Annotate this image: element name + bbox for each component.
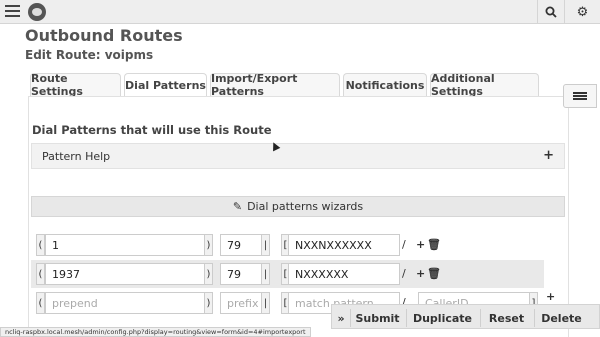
prefix-separator: | [261, 292, 270, 314]
prepend-open-bracket: ( [36, 263, 45, 285]
tab-route-settings[interactable]: Route Settings [30, 72, 121, 98]
prepend-open-bracket: ( [36, 234, 45, 256]
dial-patterns-wizards-button[interactable]: ✎ Dial patterns wizards [31, 196, 565, 217]
tab-import-export[interactable]: Import/Export Patterns [210, 72, 340, 98]
prepend-close-bracket: ) [204, 234, 213, 256]
prefix-separator: | [261, 263, 270, 285]
prefix-input[interactable]: prefix [220, 292, 262, 314]
action-bar: » Submit Duplicate Reset Delete [331, 304, 600, 329]
menu-icon[interactable] [5, 5, 20, 19]
prepend-close-bracket: ) [204, 292, 213, 314]
top-bar: ⚙ [0, 0, 600, 24]
list-icon [573, 91, 587, 101]
delete-button[interactable]: Delete [534, 309, 588, 327]
prepend-open-bracket: ( [36, 292, 45, 314]
submit-button[interactable]: Submit [350, 309, 404, 327]
reset-button[interactable]: Reset [480, 309, 532, 327]
tab-dial-patterns[interactable]: Dial Patterns [124, 73, 207, 97]
add-row-icon[interactable]: + [416, 238, 425, 251]
tab-additional-settings[interactable]: Additional Settings [430, 72, 539, 98]
prefix-input[interactable]: 79 [220, 234, 262, 256]
prepend-input[interactable]: 1937 [45, 263, 205, 285]
prepend-close-bracket: ) [204, 263, 213, 285]
trash-icon[interactable]: 🗑 [427, 267, 441, 280]
magic-wand-icon: ✎ [232, 200, 243, 213]
match-pattern-input[interactable]: NXXNXXXXXX [288, 234, 400, 256]
wizards-label: Dial patterns wizards [247, 200, 364, 213]
plus-icon: + [543, 148, 554, 163]
tab-notifications[interactable]: Notifications [343, 73, 427, 96]
add-row-icon[interactable]: + [416, 267, 425, 280]
trash-icon[interactable]: 🗑 [427, 238, 441, 251]
match-pattern-input[interactable]: NXXXXXX [288, 263, 400, 285]
search-icon [545, 6, 557, 18]
add-row-icon[interactable]: + [546, 290, 555, 303]
callerid-separator: / [402, 267, 406, 280]
prefix-separator: | [261, 234, 270, 256]
logo-icon[interactable] [28, 3, 46, 21]
list-toggle-button[interactable] [563, 84, 597, 108]
page-subtitle: Edit Route: voipms [25, 48, 154, 62]
pattern-help-label: Pattern Help [42, 149, 111, 163]
collapse-icon[interactable]: » [334, 309, 348, 327]
prepend-input[interactable]: prepend [45, 292, 205, 314]
callerid-separator: / [402, 238, 406, 251]
section-title: Dial Patterns that will use this Route [32, 123, 272, 137]
gear-icon: ⚙ [576, 4, 589, 20]
settings-button[interactable]: ⚙ [564, 0, 600, 24]
duplicate-button[interactable]: Duplicate [406, 309, 478, 327]
page-title: Outbound Routes [25, 26, 183, 45]
prepend-input[interactable]: 1 [45, 234, 205, 256]
status-url: ncliq-raspbx.local.mesh/admin/config.php… [0, 327, 311, 337]
search-button[interactable] [537, 0, 563, 24]
pattern-help-toggle[interactable]: Pattern Help + [31, 143, 565, 169]
prefix-input[interactable]: 79 [220, 263, 262, 285]
